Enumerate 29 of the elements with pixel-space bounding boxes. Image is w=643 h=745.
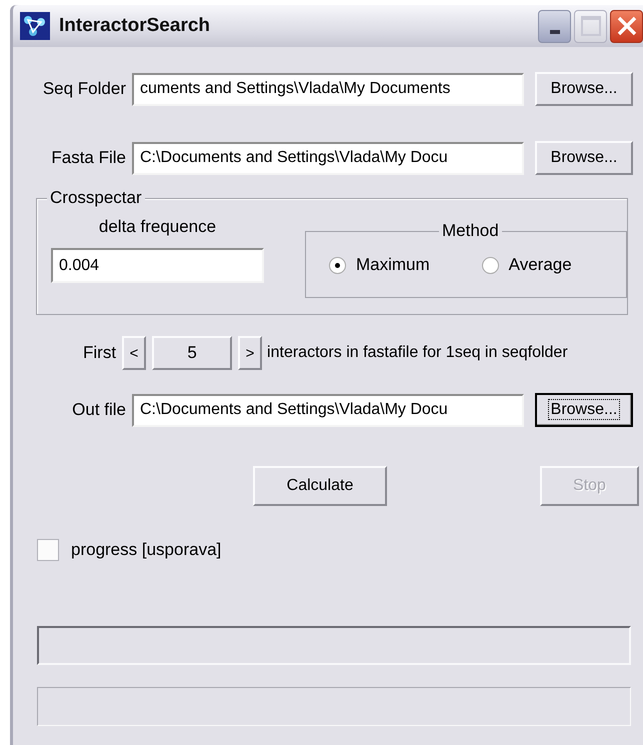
radio-button[interactable] — [329, 256, 346, 274]
field-label: Fasta File — [50, 148, 127, 168]
increment-button[interactable]: > — [238, 336, 262, 370]
minimize-button[interactable] — [538, 10, 571, 42]
radio-button[interactable] — [482, 256, 499, 274]
field-label: Seq Folder — [42, 79, 127, 99]
checkbox[interactable] — [37, 539, 59, 561]
delta-field[interactable]: 0.004 — [51, 248, 264, 283]
close-icon — [616, 15, 638, 37]
field-label: Out file — [71, 400, 127, 420]
app-icon — [19, 11, 51, 41]
count-description: interactors in fastafile for 1seq in seqfolder — [267, 344, 568, 362]
radio-label[interactable]: Average — [508, 255, 572, 275]
group-title: Crosspectar — [47, 188, 145, 208]
calculate-button[interactable]: Calculate — [253, 466, 387, 506]
decrement-button[interactable]: < — [122, 336, 146, 370]
browse-button[interactable]: Browse... — [535, 141, 633, 175]
path-field[interactable]: C:\Documents and Settings\Vlada\My Docu — [132, 394, 524, 426]
checkbox-label[interactable]: progress [usporava] — [71, 540, 222, 560]
path-field[interactable]: C:\Documents and Settings\Vlada\My Docu — [132, 142, 524, 174]
window-title: InteractorSearch — [59, 15, 212, 37]
radio-label[interactable]: Maximum — [356, 255, 430, 275]
first-label: First — [83, 343, 116, 363]
close-button[interactable] — [610, 10, 643, 42]
delta-label: delta frequence — [98, 217, 216, 237]
count-field[interactable]: 5 — [152, 336, 232, 370]
browse-button[interactable]: Browse... — [535, 72, 633, 106]
path-field[interactable]: cuments and Settings\Vlada\My Documents — [132, 72, 524, 106]
browse-button[interactable]: Browse... — [535, 393, 633, 427]
